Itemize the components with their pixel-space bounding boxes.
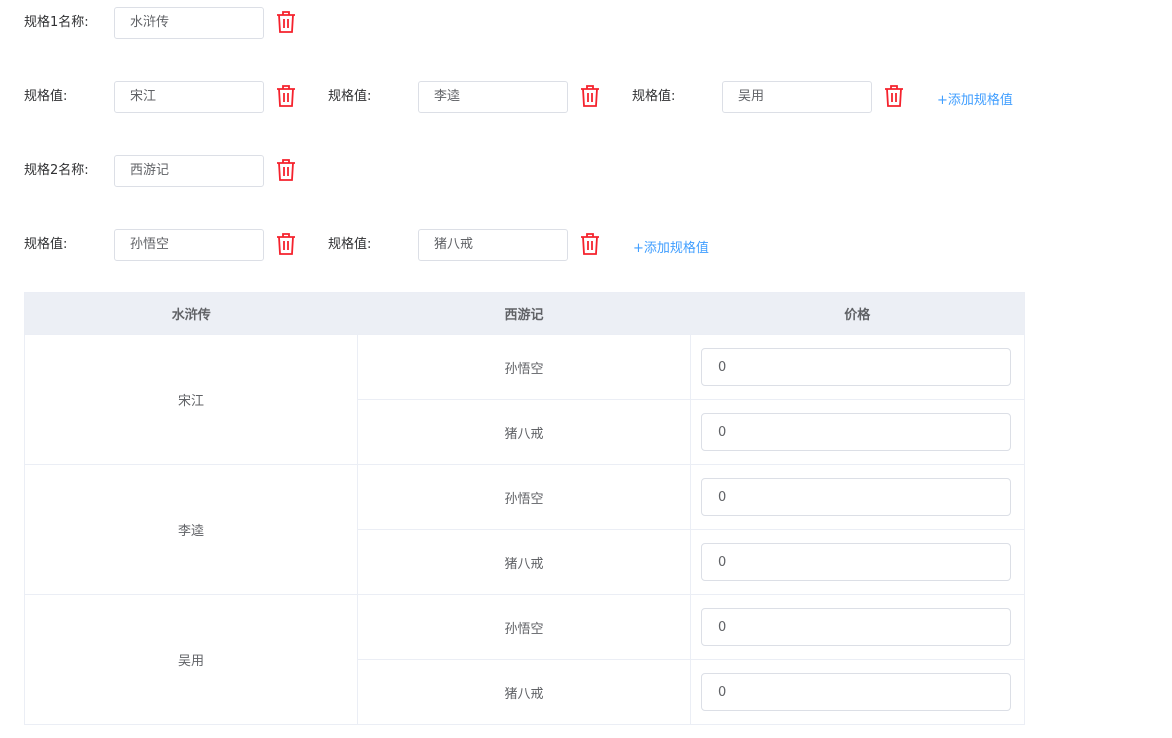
spec-1-name-label: 规格1名称:	[24, 15, 89, 30]
spec-2-cell: 孙悟空	[357, 334, 691, 400]
spec-value-label: 规格值:	[328, 237, 372, 252]
trash-icon[interactable]	[579, 232, 601, 256]
header-spec-1: 水浒传	[24, 292, 358, 335]
spec-value-input[interactable]: 吴用	[722, 81, 872, 113]
spec-2-cell: 孙悟空	[357, 594, 691, 660]
spec-2-name-input[interactable]: 西游记	[114, 155, 264, 187]
spec-1-cell: 吴用	[24, 594, 358, 725]
spec-value-input[interactable]: 孙悟空	[114, 229, 264, 261]
trash-icon[interactable]	[275, 10, 297, 34]
spec-2-cell: 孙悟空	[357, 464, 691, 530]
price-input[interactable]: 0	[701, 348, 1011, 386]
sku-table: 水浒传 西游记 价格 宋江 孙悟空 0 猪八戒 0 李逵 孙悟空 0 猪八戒 0…	[24, 292, 1025, 725]
header-spec-2: 西游记	[357, 292, 691, 335]
price-input[interactable]: 0	[701, 478, 1011, 516]
price-input[interactable]: 0	[701, 608, 1011, 646]
table-row: 李逵 孙悟空 0	[24, 464, 1025, 595]
trash-icon[interactable]	[275, 84, 297, 108]
price-cell: 0	[690, 529, 1025, 595]
table-row: 吴用 孙悟空 0	[24, 594, 1025, 725]
spec-1-name-input[interactable]: 水浒传	[114, 7, 264, 39]
table-row: 宋江 孙悟空 0	[24, 334, 1025, 465]
trash-icon[interactable]	[275, 158, 297, 182]
trash-icon[interactable]	[275, 232, 297, 256]
table-header-row: 水浒传 西游记 价格	[24, 292, 1025, 335]
price-input[interactable]: 0	[701, 413, 1011, 451]
spec-value-input[interactable]: 李逵	[418, 81, 568, 113]
spec-2-cell: 猪八戒	[357, 399, 691, 465]
spec-1-cell: 李逵	[24, 464, 358, 595]
spec-value-label: 规格值:	[24, 237, 68, 252]
add-spec-value-link[interactable]: +添加规格值	[633, 233, 709, 265]
spec-value-input[interactable]: 宋江	[114, 81, 264, 113]
spec-2-name-label: 规格2名称:	[24, 163, 89, 178]
spec-value-label: 规格值:	[24, 89, 68, 104]
spec-2-cell: 猪八戒	[357, 529, 691, 595]
trash-icon[interactable]	[579, 84, 601, 108]
price-cell: 0	[690, 464, 1025, 530]
price-cell: 0	[690, 659, 1025, 725]
spec-2-cell: 猪八戒	[357, 659, 691, 725]
price-cell: 0	[690, 399, 1025, 465]
price-input[interactable]: 0	[701, 543, 1011, 581]
spec-value-input[interactable]: 猪八戒	[418, 229, 568, 261]
price-cell: 0	[690, 334, 1025, 400]
spec-value-label: 规格值:	[632, 89, 676, 104]
price-cell: 0	[690, 594, 1025, 660]
header-price: 价格	[690, 292, 1025, 335]
spec-1-cell: 宋江	[24, 334, 358, 465]
spec-value-label: 规格值:	[328, 89, 372, 104]
add-spec-value-link[interactable]: +添加规格值	[937, 85, 1013, 117]
trash-icon[interactable]	[883, 84, 905, 108]
price-input[interactable]: 0	[701, 673, 1011, 711]
